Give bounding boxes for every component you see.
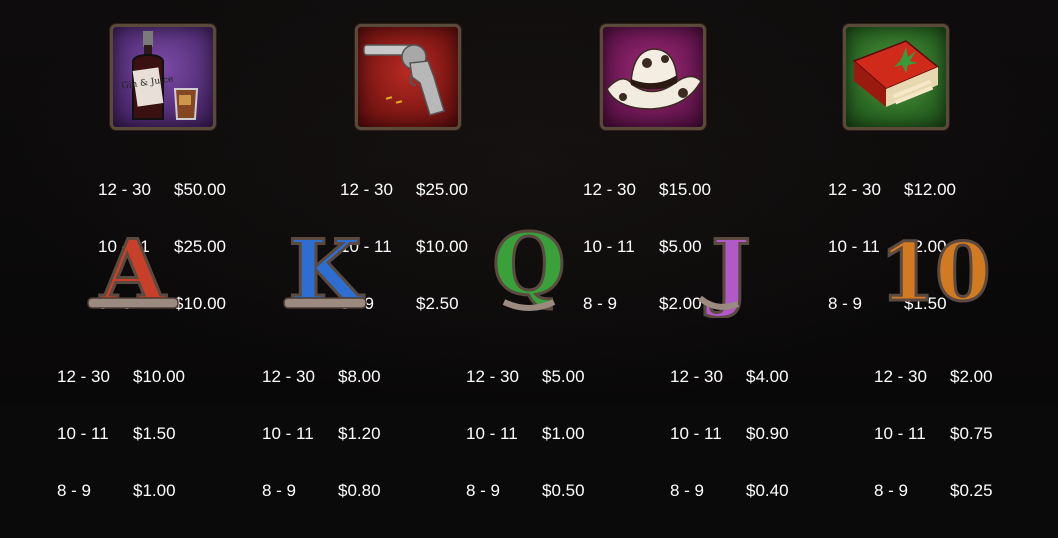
- svg-text:Q: Q: [492, 218, 565, 314]
- 10-pays: 12 - 30 $2.00 10 - 11 $0.75 8 - 9 $0.25: [874, 329, 993, 538]
- pay-row: 12 - 30 $4.00: [670, 367, 789, 386]
- revolver-tile: [355, 24, 461, 130]
- q-pays: 12 - 30 $5.00 10 - 11 $1.00 8 - 9 $0.50: [466, 329, 585, 538]
- pay-row: 10 - 11 $1.50: [57, 424, 176, 443]
- pay-row: 10 - 11 $1.20: [262, 424, 381, 443]
- joint-box-tile: [843, 24, 949, 130]
- gin-juice-tile: Gin & Juice: [110, 24, 216, 130]
- pay-row: 10 - 11 $0.90: [670, 424, 789, 443]
- whiskey-bottle-icon: Gin & Juice: [121, 31, 199, 120]
- pay-row: 12 - 30 $2.00: [874, 367, 993, 386]
- revolver-icon: [363, 44, 445, 116]
- letter-a-icon: A: [87, 220, 179, 318]
- pay-row: 10 - 11 $0.75: [874, 424, 993, 443]
- pay-row: 12 - 30 $5.00: [466, 367, 585, 386]
- k-pays: 12 - 30 $8.00 10 - 11 $1.20 8 - 9 $0.80: [262, 329, 381, 538]
- a-pays: 12 - 30 $10.00 10 - 11 $1.50 8 - 9 $1.00: [57, 329, 185, 538]
- svg-text:10: 10: [880, 225, 990, 318]
- letter-j-icon: J: [698, 220, 752, 318]
- pay-row: 8 - 9 $1.00: [57, 481, 176, 500]
- pay-row: 12 - 30 $10.00: [57, 367, 185, 386]
- pay-row: 8 - 9 $0.40: [670, 481, 789, 500]
- pay-row: 12 - 30 $50.00: [98, 180, 226, 199]
- letter-k-icon: K: [283, 220, 367, 318]
- number-10-icon: 10: [880, 224, 990, 319]
- letter-q-icon: Q: [491, 218, 567, 316]
- joint-box-icon: [852, 40, 940, 107]
- j-pays: 12 - 30 $4.00 10 - 11 $0.90 8 - 9 $0.40: [670, 329, 789, 538]
- pay-row: 12 - 30 $12.00: [828, 180, 956, 199]
- cowboy-hat-icon: [606, 48, 702, 110]
- pay-row: 8 - 9 $0.25: [874, 481, 993, 500]
- pay-row: 10 - 11 $1.00: [466, 424, 585, 443]
- pay-row: 8 - 9 $0.50: [466, 481, 585, 500]
- pay-row: 12 - 30 $15.00: [583, 180, 711, 199]
- pay-row: 8 - 9 $0.80: [262, 481, 381, 500]
- pay-row: 12 - 30 $25.00: [340, 180, 468, 199]
- pay-row: 12 - 30 $8.00: [262, 367, 381, 386]
- cowboy-hat-tile: [600, 24, 706, 130]
